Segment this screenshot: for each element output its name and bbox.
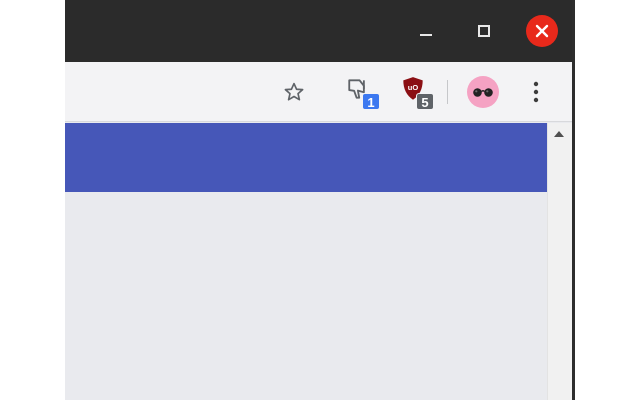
svg-text:uO: uO — [408, 83, 419, 92]
close-icon — [526, 15, 558, 47]
extension-badge: 1 — [362, 93, 380, 110]
window-right-border — [572, 0, 575, 400]
toolbar-separator — [447, 80, 448, 104]
browser-toolbar: 1 uO 5 — [65, 62, 575, 122]
star-icon — [284, 82, 304, 101]
page-header-bar — [65, 123, 547, 192]
bookmark-star-button[interactable] — [276, 74, 312, 110]
browser-menu-button[interactable] — [518, 74, 554, 110]
minimize-button[interactable] — [408, 13, 444, 49]
profile-button[interactable] — [465, 74, 501, 110]
extension-dislike-button[interactable]: 1 — [344, 74, 380, 110]
page-content — [65, 123, 547, 400]
avatar — [467, 76, 499, 108]
extension-ublock-button[interactable]: uO 5 — [398, 74, 434, 110]
scroll-up-arrow-icon[interactable] — [554, 131, 564, 137]
browser-window: 1 uO 5 — [65, 0, 575, 400]
close-button[interactable] — [524, 13, 560, 49]
vertical-dots-icon — [533, 81, 539, 103]
extension-badge: 5 — [416, 93, 434, 110]
title-bar — [65, 0, 575, 62]
glasses-avatar-icon — [473, 88, 493, 97]
maximize-icon — [478, 25, 490, 37]
minimize-icon — [420, 34, 432, 36]
vertical-scrollbar[interactable] — [547, 123, 572, 400]
maximize-button[interactable] — [466, 13, 502, 49]
